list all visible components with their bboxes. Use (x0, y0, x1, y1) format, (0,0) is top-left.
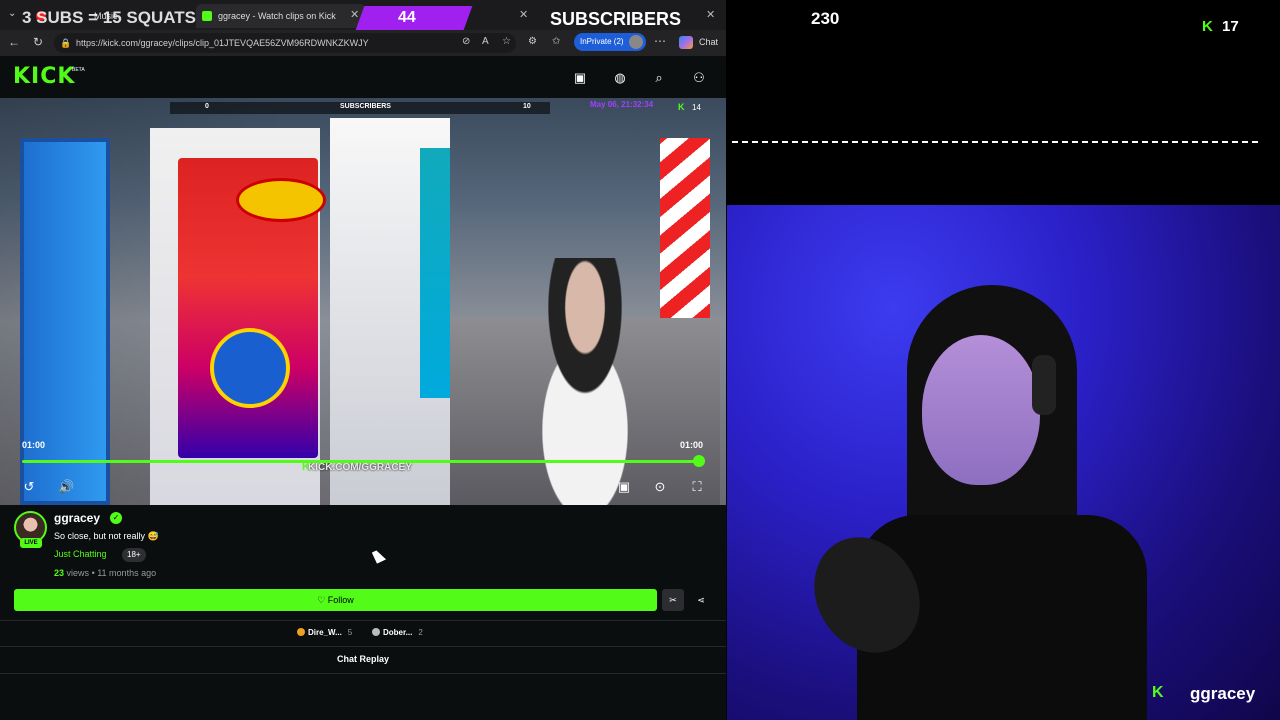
share-icon[interactable]: ⋖ (690, 589, 712, 611)
chat-replay-header: Chat Replay (336, 654, 389, 664)
time-total: 01:00 (680, 440, 704, 450)
sub-bar-label: SUBSCRIBERS (340, 103, 391, 110)
search-icon[interactable]: ⌕ (651, 70, 667, 86)
sub-bar-left: 0 (205, 103, 209, 110)
follow-label: Follow (327, 595, 354, 605)
video-kick-icon: K (678, 102, 685, 112)
verified-icon: ✓ (110, 512, 122, 524)
seek-handle[interactable] (693, 455, 705, 467)
gifter-name: Dire_W... (308, 628, 342, 637)
kick-favicon-icon (202, 11, 212, 21)
window-close-icon[interactable]: ✕ (706, 8, 715, 21)
volume-icon[interactable]: 🔊 (58, 479, 74, 495)
back-icon[interactable]: ← (8, 35, 20, 49)
views-label: views (66, 568, 90, 578)
fullscreen-icon[interactable]: ⛶ (689, 479, 705, 495)
read-aloud-icon[interactable]: A (482, 36, 489, 47)
clip-button[interactable]: ✂ (662, 589, 684, 611)
tab-kick-label: ggracey - Watch clips on Kick (218, 11, 336, 21)
video-timestamp: May 06, 21:32:34 (590, 100, 654, 109)
user-icon[interactable]: ⚇ (691, 70, 707, 86)
clip-meta: 23 views • 11 months ago (54, 568, 156, 578)
divider-mid (0, 646, 726, 647)
extensions-icon[interactable]: ⚙ (528, 36, 537, 47)
sub-bar-right: 10 (523, 103, 531, 110)
gifter-name: Dober... (383, 628, 413, 637)
kick-overlay-icon: K (1202, 18, 1213, 35)
webcam-feed (727, 205, 1280, 720)
video-watermark: KICK.COM/GGRACEY (308, 462, 412, 473)
top-gifter-1[interactable]: Dire_W... 5 (297, 628, 352, 637)
seek-bar[interactable] (22, 460, 699, 463)
lucky-7-sign (210, 328, 290, 408)
video-player[interactable] (0, 98, 726, 505)
copilot-icon[interactable] (679, 36, 693, 49)
face (922, 335, 1040, 485)
favorite-star-icon[interactable]: ☆ (502, 36, 511, 47)
profile-avatar[interactable] (629, 35, 643, 49)
overlay-dashed-line (732, 141, 1258, 143)
lock-icon: 🔒 (60, 38, 72, 48)
globe-icon[interactable]: ◍ (612, 70, 628, 86)
sub-goal-text: 3 SUBS = 15 SQUATS (22, 8, 196, 27)
divider-top (0, 620, 726, 621)
sub-count: 44 (398, 9, 416, 26)
clip-title: So close, but not really 😅 (54, 531, 159, 541)
favorites-icon[interactable]: ✩ (552, 36, 560, 47)
subscribers-label: SUBSCRIBERS (550, 9, 682, 29)
gifter-count: 5 (347, 628, 353, 637)
gift-coin-icon (297, 628, 305, 636)
cam-name: ggracey (1190, 684, 1256, 703)
headphones (1032, 355, 1056, 415)
tab-list-icon[interactable]: ⌄ (8, 8, 16, 19)
refresh-icon[interactable]: ↻ (33, 35, 43, 49)
kick-beta-label: BETA (72, 67, 85, 73)
top-gifter-2[interactable]: Dober... 2 (372, 628, 423, 637)
tab-close-icon[interactable]: ✕ (350, 8, 359, 21)
posted-time: • 11 months ago (91, 568, 157, 578)
kick-viewers: 17 (1222, 18, 1239, 35)
kick-logo[interactable]: KICK (13, 64, 75, 89)
gift-coin-icon (372, 628, 380, 636)
new-tab-close-icon[interactable]: ✕ (519, 8, 528, 21)
jackpot-sign (236, 178, 326, 222)
category-link[interactable]: Just Chatting (54, 549, 107, 559)
streamer-name[interactable]: ggracey (54, 511, 100, 525)
follow-button[interactable]: ♡ Follow (14, 589, 657, 611)
pip-icon[interactable]: ▣ (616, 479, 632, 495)
divider-bottom (0, 673, 726, 674)
follower-count: 230 (811, 9, 840, 28)
url-field[interactable]: https://kick.com/ggracey/clips/clip_01JT… (54, 33, 516, 53)
tracking-icon[interactable]: ⊘ (462, 36, 470, 47)
live-badge: LIVE (20, 538, 42, 548)
chat-button[interactable]: Chat (699, 37, 718, 47)
more-menu-icon[interactable]: ⋯ (654, 34, 666, 48)
heart-icon: ♡ (317, 595, 326, 605)
browse-icon[interactable]: ▣ (572, 70, 588, 86)
gifter-count: 2 (418, 628, 423, 637)
tab-kick-clip[interactable]: ggracey - Watch clips on Kick (196, 4, 366, 28)
autoplay-icon[interactable]: ⊙ (652, 479, 668, 495)
replay-icon[interactable]: ↺ (21, 479, 37, 495)
person-in-clip (500, 258, 670, 505)
video-viewer-count: 14 (692, 103, 701, 112)
cyan-light (420, 148, 450, 398)
time-current: 01:00 (22, 440, 46, 450)
age-badge: 18+ (122, 548, 146, 562)
cam-kick-icon: K (1152, 684, 1164, 701)
inprivate-label: InPrivate (2) (580, 37, 624, 46)
view-count: 23 (54, 568, 65, 578)
